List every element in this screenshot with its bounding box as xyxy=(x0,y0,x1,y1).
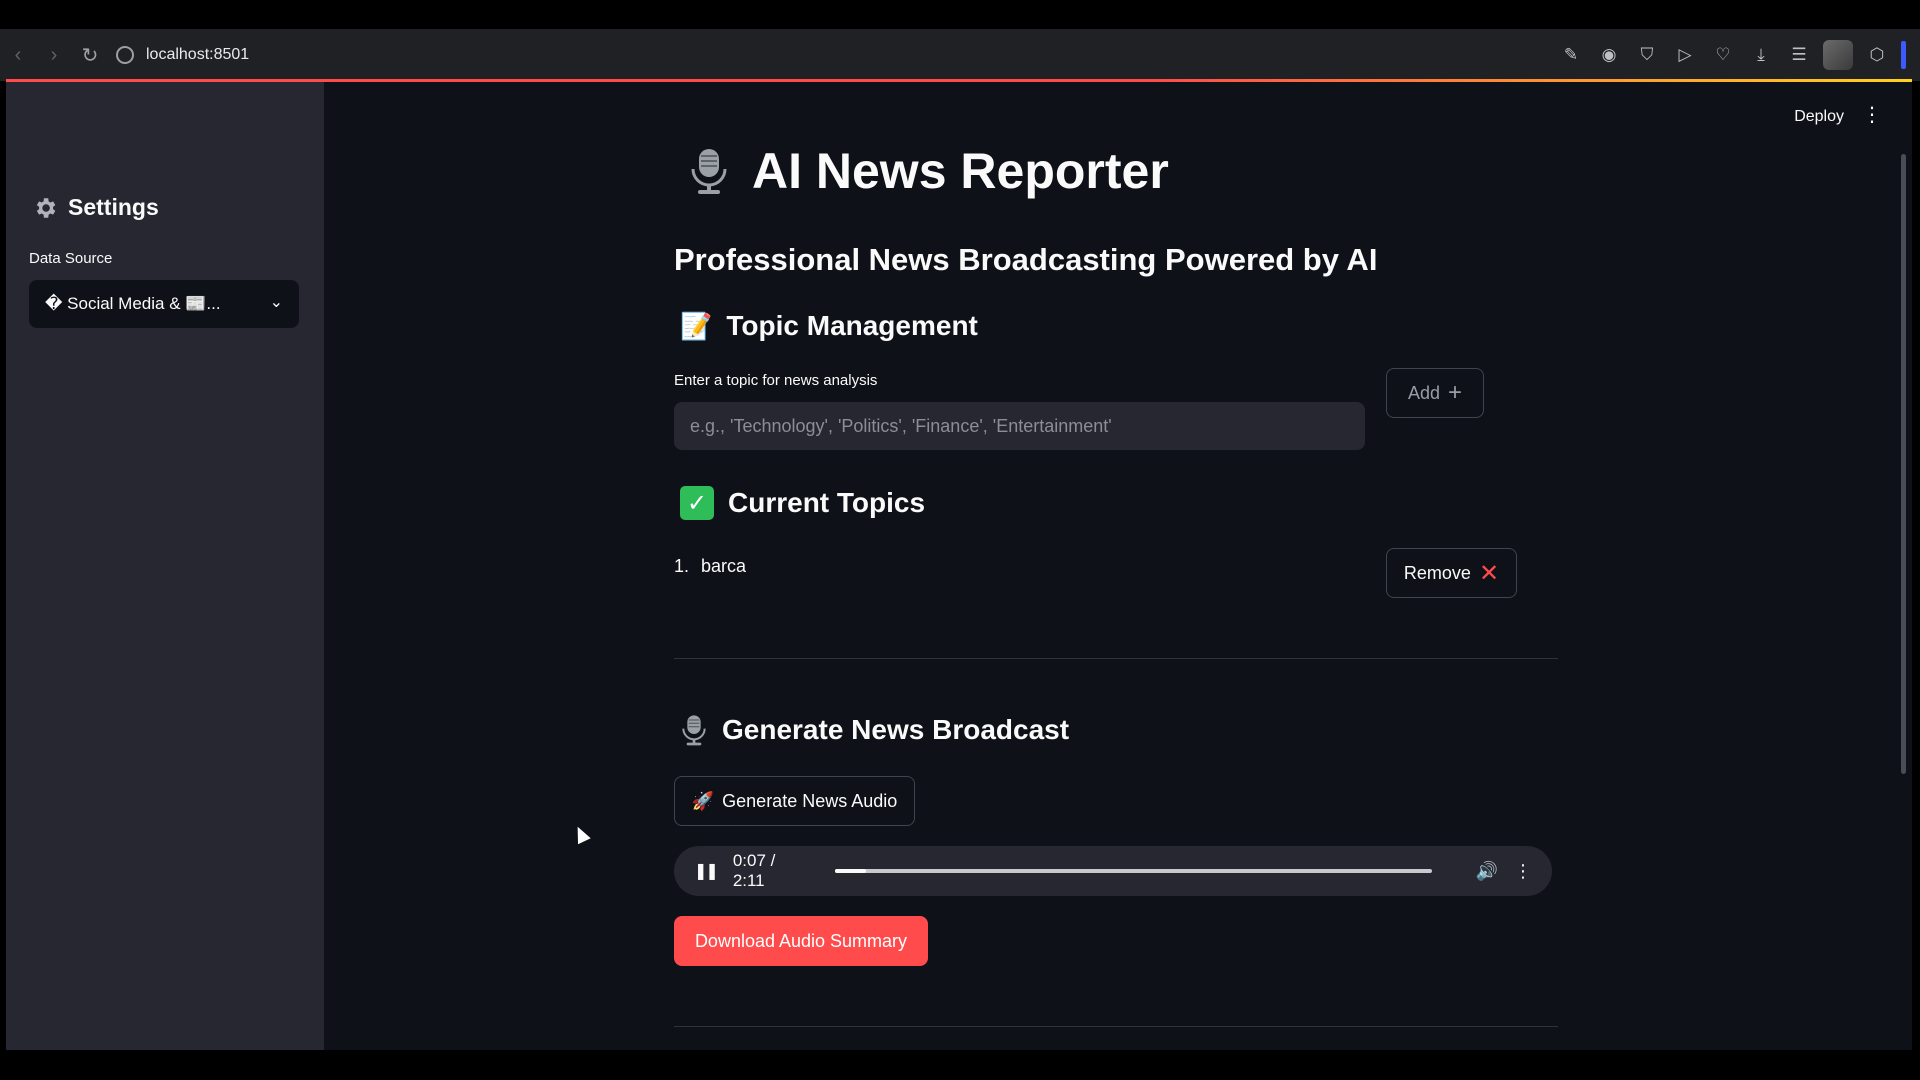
menu-icon[interactable]: ☰ xyxy=(1785,37,1813,73)
toolbar-actions: ✎ ◉ ⛉ ▷ ♡ ⤓ ☰ ⬡ xyxy=(1557,37,1906,73)
generate-heading: Generate News Broadcast xyxy=(680,712,1069,748)
heart-icon[interactable]: ♡ xyxy=(1709,37,1737,73)
streamlit-app: Settings Data Source � Social Media & 📰.… xyxy=(6,82,1912,1050)
remove-label: Remove xyxy=(1403,562,1471,583)
microphone-icon xyxy=(691,149,727,194)
rocket-icon: 🚀 xyxy=(691,790,715,811)
forward-icon[interactable]: › xyxy=(36,37,72,73)
data-source-label: Data Source xyxy=(29,250,113,267)
address-bar[interactable]: localhost:8501 xyxy=(116,46,249,64)
audio-time: 0:07 / 2:11 xyxy=(732,851,776,890)
close-icon: ✕ xyxy=(1478,559,1500,587)
edit-icon[interactable]: ✎ xyxy=(1557,37,1585,73)
main-menu-icon[interactable]: ⋮ xyxy=(1862,102,1882,127)
site-info-icon[interactable] xyxy=(116,46,134,64)
camera-icon[interactable]: ◉ xyxy=(1595,37,1623,73)
divider xyxy=(674,658,1558,659)
mouse-cursor xyxy=(571,823,591,845)
download-audio-summary-button[interactable]: Download Audio Summary xyxy=(674,916,928,966)
back-icon[interactable]: ‹ xyxy=(0,37,36,73)
sidebar-title: Settings xyxy=(32,194,159,221)
scrollbar[interactable] xyxy=(1901,154,1906,774)
page-title: AI News Reporter xyxy=(688,142,1169,200)
generate-news-audio-button[interactable]: 🚀 Generate News Audio xyxy=(674,776,915,826)
download-icon[interactable]: ⤓ xyxy=(1747,37,1775,73)
sidebar-accent xyxy=(1901,41,1906,69)
audio-seek-bar[interactable] xyxy=(834,869,1432,873)
page-title-text: AI News Reporter xyxy=(752,143,1169,199)
remove-topic-button[interactable]: Remove ✕ xyxy=(1386,548,1517,598)
url-text: localhost:8501 xyxy=(146,46,250,63)
sidebar-title-text: Settings xyxy=(68,194,159,220)
divider xyxy=(674,1026,1558,1027)
memo-icon: 📝 xyxy=(680,310,713,341)
extensions-icon[interactable]: ⬡ xyxy=(1863,37,1891,73)
shield-icon[interactable]: ⛉ xyxy=(1633,37,1661,73)
audio-menu-icon[interactable]: ⋮ xyxy=(1514,861,1532,882)
page-subtitle: Professional News Broadcasting Powered b… xyxy=(674,242,1378,277)
audio-player: ❚❚ 0:07 / 2:11 🔊 ⋮ xyxy=(674,846,1552,896)
sidebar: Settings Data Source � Social Media & 📰.… xyxy=(6,82,324,1050)
plus-icon: + xyxy=(1448,379,1463,406)
play-icon[interactable]: ▷ xyxy=(1671,37,1699,73)
add-topic-button[interactable]: Add + xyxy=(1386,368,1484,418)
data-source-value: � Social Media & 📰... xyxy=(45,294,221,313)
microphone-icon xyxy=(682,715,706,746)
topic-input-label: Enter a topic for news analysis xyxy=(674,372,878,389)
generate-button-label: Generate News Audio xyxy=(722,790,898,811)
generate-heading-text: Generate News Broadcast xyxy=(722,714,1070,745)
browser-toolbar: ‹ › ↻ localhost:8501 ✎ ◉ ⛉ ▷ ♡ ⤓ ☰ ⬡ xyxy=(0,29,1920,81)
list-item-number: 1. xyxy=(674,556,690,576)
data-source-select[interactable]: � Social Media & 📰... ⌄ xyxy=(29,280,299,328)
check-icon: ✓ xyxy=(680,486,714,520)
volume-icon[interactable]: 🔊 xyxy=(1476,861,1498,882)
deploy-button[interactable]: Deploy xyxy=(1794,108,1844,126)
current-topics-heading: ✓ Current Topics xyxy=(680,486,925,520)
audio-progress xyxy=(834,869,867,873)
topic-input[interactable] xyxy=(674,402,1365,450)
pause-icon[interactable]: ❚❚ xyxy=(694,861,719,881)
list-item-label: barca xyxy=(701,556,747,576)
list-item: 1. barca xyxy=(674,556,746,577)
profile-avatar[interactable] xyxy=(1823,40,1853,70)
reload-icon[interactable]: ↻ xyxy=(72,37,108,73)
topic-management-heading: 📝 Topic Management xyxy=(680,310,978,342)
chevron-down-icon: ⌄ xyxy=(269,294,283,311)
topic-management-heading-text: Topic Management xyxy=(726,310,978,341)
gear-icon xyxy=(36,197,56,218)
current-topics-heading-text: Current Topics xyxy=(728,487,926,518)
add-label: Add xyxy=(1407,382,1440,403)
